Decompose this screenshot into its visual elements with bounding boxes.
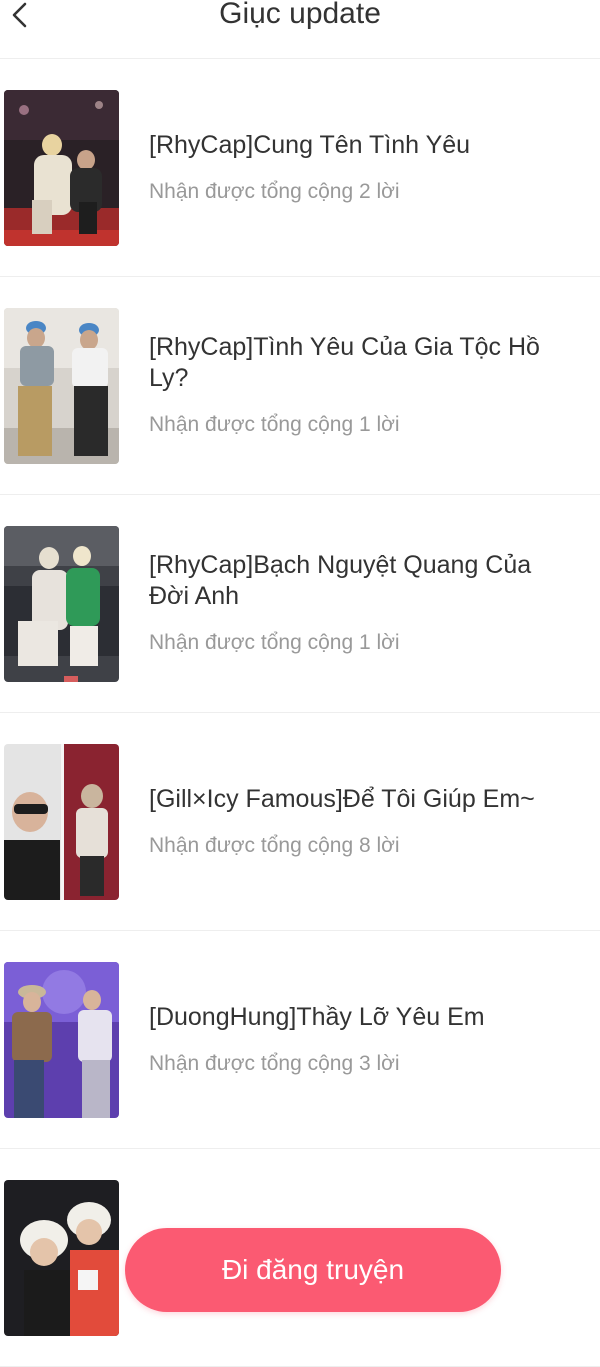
story-cover-image: [4, 308, 119, 464]
page-title: Giục update: [219, 0, 381, 30]
request-count: Nhận được tổng cộng 8 lời: [149, 833, 400, 857]
header-bar: Giục update: [0, 0, 600, 59]
story-item[interactable]: [DuongHung]Thầy Lỡ Yêu Em Nhận được tổng…: [0, 931, 600, 1149]
story-info: [RhyCap]Cung Tên Tình Yêu Nhận được tổng…: [149, 59, 560, 276]
story-item[interactable]: [RhyCap]Bạch Nguyệt Quang Của Đời Anh Nh…: [0, 495, 600, 713]
story-info: [RhyCap]Bạch Nguyệt Quang Của Đời Anh Nh…: [149, 495, 560, 712]
story-item[interactable]: [RhyCap]Tình Yêu Của Gia Tộc Hồ Ly? Nhận…: [0, 277, 600, 495]
request-count: Nhận được tổng cộng 2 lời: [149, 179, 400, 203]
story-title: [RhyCap]Tình Yêu Của Gia Tộc Hồ Ly?: [149, 333, 540, 392]
request-count: Nhận được tổng cộng 3 lời: [149, 1051, 400, 1075]
story-title: [DuongHung]Thầy Lỡ Yêu Em: [149, 1002, 485, 1031]
story-cover-image: [4, 90, 119, 246]
story-title: [RhyCap]Bạch Nguyệt Quang Của Đời Anh: [149, 551, 532, 610]
story-title: [Gill×Icy Famous]Để Tôi Giúp Em~: [149, 784, 535, 813]
request-count: Nhận được tổng cộng 1 lời: [149, 413, 400, 436]
story-item[interactable]: [RhyCap]Cung Tên Tình Yêu Nhận được tổng…: [0, 59, 600, 277]
story-info: [RhyCap]Tình Yêu Của Gia Tộc Hồ Ly? Nhận…: [149, 277, 560, 494]
story-title: [RhyCap]Cung Tên Tình Yêu: [149, 130, 471, 159]
request-count: Nhận được tổng cộng 1 lời: [149, 631, 400, 654]
story-info: [Gill×Icy Famous]Để Tôi Giúp Em~ Nhận đư…: [149, 713, 560, 930]
story-info: [DuongHung]Thầy Lỡ Yêu Em Nhận được tổng…: [149, 931, 560, 1148]
story-list: [RhyCap]Cung Tên Tình Yêu Nhận được tổng…: [0, 59, 600, 1367]
story-item[interactable]: [Gill×Icy Famous]Để Tôi Giúp Em~ Nhận đư…: [0, 713, 600, 931]
story-cover-image: [4, 526, 119, 682]
story-cover-image: [4, 744, 119, 900]
post-story-button[interactable]: Đi đăng truyện: [125, 1228, 501, 1312]
story-cover-image: [4, 962, 119, 1118]
story-cover-image: [4, 1180, 119, 1336]
